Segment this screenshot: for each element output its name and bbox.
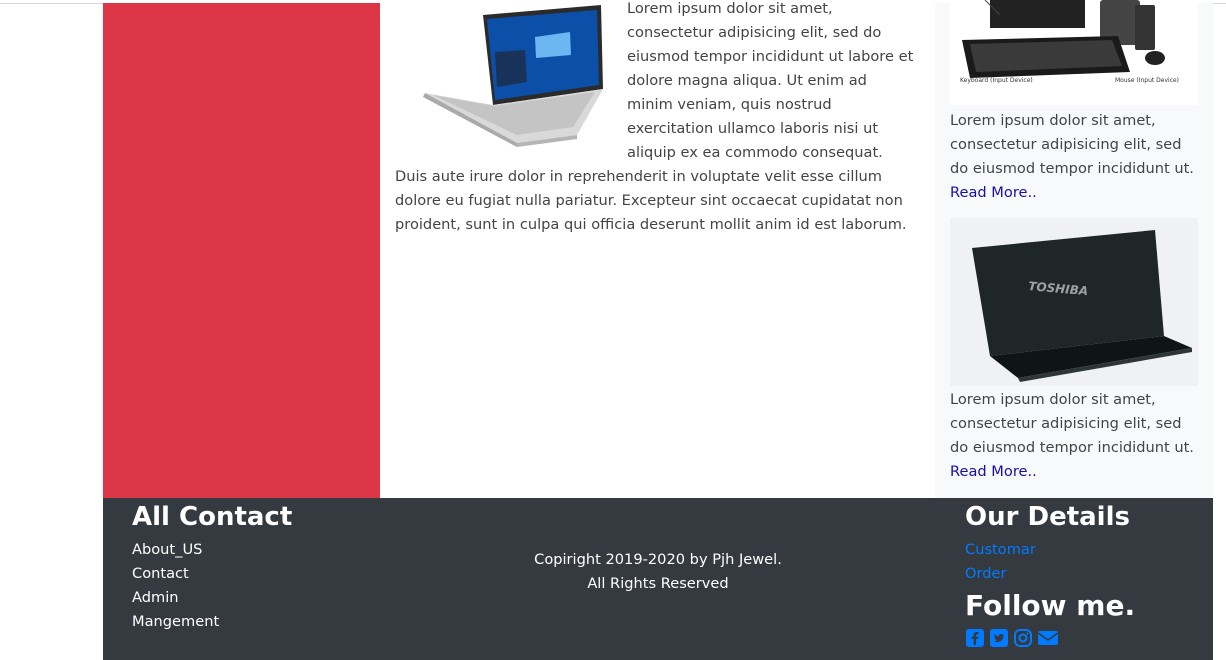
card-1-text: Lorem ipsum dolor sit amet, consectetur … — [950, 112, 1194, 177]
laptop-illustration — [423, 5, 603, 147]
copyright-line-1: Copiright 2019-2020 by Pjh Jewel. — [534, 551, 782, 568]
footer-details-section: Our Details Customar Order Follow me. — [965, 500, 1135, 648]
card-2: TOSHIBA Lorem ipsum dolor sit amet, cons… — [950, 218, 1198, 484]
contact-link[interactable]: Contact — [132, 562, 292, 586]
copyright-line-2: All Rights Reserved — [587, 575, 729, 592]
laptop-image — [395, 0, 627, 153]
envelope-icon[interactable] — [1037, 628, 1059, 648]
footer-contact-section: All Contact About_US Contact Admin Mange… — [132, 500, 292, 634]
right-sidebar: Keyboard (Input Device) Mouse (Input Dev… — [935, 0, 1213, 498]
management-link[interactable]: Mangement — [132, 610, 292, 634]
computer-image: Keyboard (Input Device) Mouse (Input Dev… — [950, 0, 1198, 105]
about-us-link[interactable]: About_US — [132, 538, 292, 562]
card-2-text: Lorem ipsum dolor sit amet, consectetur … — [950, 391, 1194, 456]
card-2-read-more-link[interactable]: Read More.. — [950, 460, 1198, 484]
card-1-read-more-link[interactable]: Read More.. — [950, 181, 1198, 205]
instagram-icon[interactable] — [1013, 628, 1033, 648]
footer: All Contact About_US Contact Admin Mange… — [103, 498, 1213, 660]
facebook-icon[interactable] — [965, 628, 985, 648]
our-details-heading: Our Details — [965, 502, 1130, 532]
social-icons — [965, 628, 1135, 648]
order-link[interactable]: Order — [965, 562, 1135, 586]
red-sidebar-panel — [103, 3, 380, 498]
main-content: Lorem ipsum dolor sit amet, consectetur … — [380, 0, 935, 498]
article: Lorem ipsum dolor sit amet, consectetur … — [395, 0, 915, 237]
follow-me-heading: Follow me. — [965, 589, 1136, 622]
page-container: Lorem ipsum dolor sit amet, consectetur … — [103, 0, 1213, 660]
mouse-label: Mouse (Input Device) — [1115, 77, 1179, 84]
all-contact-heading: All Contact — [132, 502, 293, 532]
card-1: Keyboard (Input Device) Mouse (Input Dev… — [950, 0, 1198, 205]
twitter-icon[interactable] — [989, 628, 1009, 648]
keyboard-label: Keyboard (Input Device) — [960, 77, 1033, 84]
customer-link[interactable]: Customar — [965, 538, 1135, 562]
toshiba-laptop-image: TOSHIBA — [950, 218, 1198, 386]
admin-link[interactable]: Admin — [132, 586, 292, 610]
footer-copyright: Copiright 2019-2020 by Pjh Jewel. All Ri… — [503, 548, 813, 596]
